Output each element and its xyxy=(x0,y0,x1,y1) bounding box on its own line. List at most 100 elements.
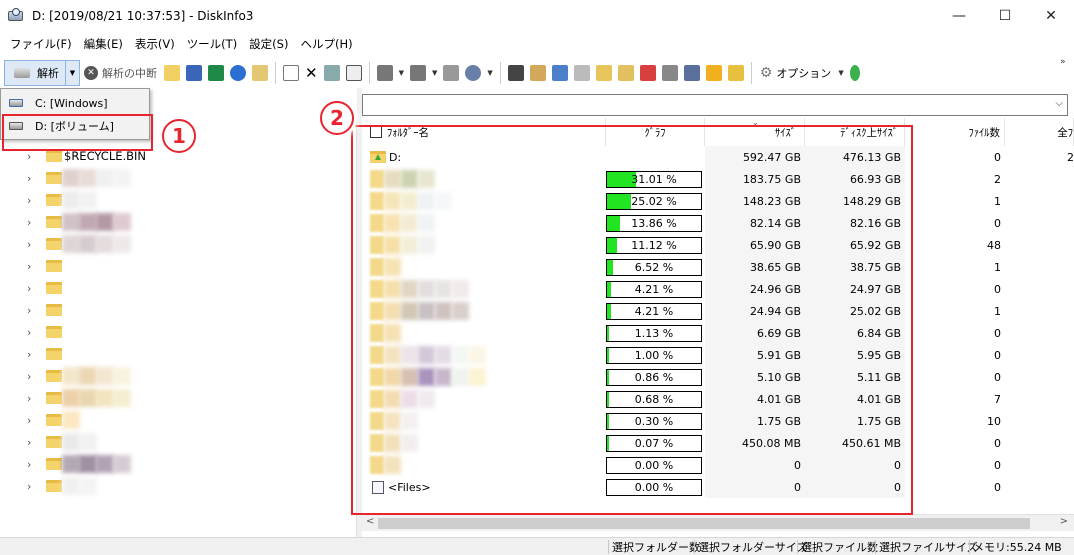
user-icon[interactable] xyxy=(465,65,482,81)
tree-item[interactable]: › xyxy=(0,189,356,211)
tree-item[interactable]: › xyxy=(0,211,356,233)
stop-analysis-button[interactable]: ✕ 解析の中断 xyxy=(80,61,161,85)
save-icon[interactable] xyxy=(186,65,202,81)
web-icon[interactable] xyxy=(849,65,860,81)
tree-expand-chevron-icon[interactable]: › xyxy=(27,370,31,383)
back-icon[interactable] xyxy=(376,65,393,81)
table-row[interactable]: D: 592.47 GB 476.13 GB 0 2 xyxy=(362,146,1074,168)
tree-expand-chevron-icon[interactable]: › xyxy=(27,238,31,251)
menu-settings[interactable]: 設定(S) xyxy=(243,36,294,52)
tree-item[interactable]: › xyxy=(0,387,356,409)
table-row[interactable]: 1.00 % 5.91 GB 5.95 GB 0 xyxy=(362,344,1074,366)
new-folder-icon[interactable] xyxy=(323,65,340,81)
column-header-disk-size[interactable]: ﾃﾞｨｽｸ上ｻｲｽﾞ xyxy=(805,118,905,146)
binoculars-icon[interactable] xyxy=(507,65,524,81)
menu-edit[interactable]: 編集(E) xyxy=(78,36,129,52)
tree-item[interactable]: › xyxy=(0,321,356,343)
list-view-icon[interactable] xyxy=(573,65,590,81)
tree-expand-chevron-icon[interactable]: › xyxy=(27,458,31,471)
chevron-down-icon[interactable]: ⌵ xyxy=(1055,98,1063,109)
analyze-dropdown-arrow[interactable]: ▼ xyxy=(65,61,79,85)
tree-expand-chevron-icon[interactable]: › xyxy=(27,436,31,449)
drive-menu-item-c[interactable]: C: [Windows] xyxy=(3,92,147,114)
tree-expand-chevron-icon[interactable]: › xyxy=(27,480,31,493)
folder-search-icon[interactable] xyxy=(617,65,634,81)
tree-expand-chevron-icon[interactable]: › xyxy=(27,150,31,163)
table-row[interactable]: 0.86 % 5.10 GB 5.11 GB 0 xyxy=(362,366,1074,388)
close-button[interactable]: ✕ xyxy=(1028,0,1074,32)
disk-report-icon[interactable] xyxy=(661,65,678,81)
column-header-file-count[interactable]: ﾌｧｲﾙ数 xyxy=(905,118,1005,146)
table-row[interactable]: 1.13 % 6.69 GB 6.84 GB 0 xyxy=(362,322,1074,344)
select-all-checkbox[interactable] xyxy=(370,126,382,138)
scroll-thumb[interactable] xyxy=(378,518,1030,529)
table-row[interactable]: 4.21 % 24.96 GB 24.97 GB 0 xyxy=(362,278,1074,300)
table-row[interactable]: 11.12 % 65.90 GB 65.92 GB 48 xyxy=(362,234,1074,256)
tree-expand-chevron-icon[interactable]: › xyxy=(27,304,31,317)
forward-icon[interactable] xyxy=(409,65,426,81)
horizontal-scrollbar[interactable]: < > xyxy=(362,514,1074,531)
back-dropdown-arrow[interactable]: ▼ xyxy=(399,69,404,77)
user-dropdown-arrow[interactable]: ▼ xyxy=(487,69,492,77)
select-all-icon[interactable] xyxy=(345,65,362,81)
tree-expand-chevron-icon[interactable]: › xyxy=(27,260,31,273)
up-folder-icon[interactable] xyxy=(443,65,460,81)
folder-open-icon[interactable] xyxy=(727,65,744,81)
image-icon[interactable] xyxy=(551,65,568,81)
tree-item[interactable]: › xyxy=(0,453,356,475)
forward-dropdown-arrow[interactable]: ▼ xyxy=(432,69,437,77)
calendar-icon[interactable] xyxy=(639,65,656,81)
table-row[interactable]: 0.00 % 0 0 0 xyxy=(362,454,1074,476)
table-row[interactable]: 0.30 % 1.75 GB 1.75 GB 10 xyxy=(362,410,1074,432)
delete-icon[interactable]: ✕ xyxy=(305,64,318,82)
folder-tree-icon[interactable] xyxy=(595,65,612,81)
tree-item[interactable]: › xyxy=(0,475,356,497)
tree-item[interactable]: › xyxy=(0,409,356,431)
favorite-icon[interactable] xyxy=(705,65,722,81)
copy-icon[interactable] xyxy=(283,65,299,81)
menu-view[interactable]: 表示(V) xyxy=(129,36,181,52)
properties-icon[interactable] xyxy=(252,65,268,81)
tree-expand-chevron-icon[interactable]: › xyxy=(27,348,31,361)
minimize-button[interactable]: — xyxy=(936,0,982,32)
column-header-total[interactable]: 全ﾌ xyxy=(1005,118,1074,146)
table-row[interactable]: <Files> 0.00 % 0 0 0 xyxy=(362,476,1074,498)
tree-item[interactable]: › xyxy=(0,365,356,387)
options-dropdown-arrow[interactable]: ▼ xyxy=(838,69,843,77)
table-row[interactable]: 6.52 % 38.65 GB 38.75 GB 1 xyxy=(362,256,1074,278)
maximize-button[interactable]: ☐ xyxy=(982,0,1028,32)
analyze-button[interactable]: 解析 xyxy=(5,61,65,85)
tree-item[interactable]: › xyxy=(0,431,356,453)
menu-file[interactable]: ファイル(F) xyxy=(4,36,78,52)
column-header-folder-name[interactable]: ﾌｫﾙﾀﾞｰ名 xyxy=(362,118,606,146)
menu-help[interactable]: ヘルプ(H) xyxy=(294,36,358,52)
table-row[interactable]: 4.21 % 24.94 GB 25.02 GB 1 xyxy=(362,300,1074,322)
tree-expand-chevron-icon[interactable]: › xyxy=(27,216,31,229)
options-button[interactable]: ⚙ オプション xyxy=(756,61,836,85)
table-row[interactable]: 0.68 % 4.01 GB 4.01 GB 7 xyxy=(362,388,1074,410)
tree-expand-chevron-icon[interactable]: › xyxy=(27,194,31,207)
drive-menu-item-d[interactable]: D: [ボリューム] xyxy=(3,115,147,137)
tree-item[interactable]: › xyxy=(0,343,356,365)
table-row[interactable]: 25.02 % 148.23 GB 148.29 GB 1 xyxy=(362,190,1074,212)
tree-expand-chevron-icon[interactable]: › xyxy=(27,326,31,339)
table-row[interactable]: 31.01 % 183.75 GB 66.93 GB 2 xyxy=(362,168,1074,190)
path-combobox[interactable]: ⌵ xyxy=(362,94,1068,116)
menu-tools[interactable]: ツール(T) xyxy=(181,36,244,52)
open-folder-icon[interactable] xyxy=(164,65,180,81)
excel-export-icon[interactable] xyxy=(208,65,224,81)
tree-item[interactable]: › xyxy=(0,299,356,321)
tree-item[interactable]: › xyxy=(0,277,356,299)
column-header-graph[interactable]: ｸﾞﾗﾌ xyxy=(606,118,705,146)
monitor-icon[interactable] xyxy=(683,65,700,81)
toolbar-overflow-icon[interactable]: » xyxy=(1060,57,1066,67)
tree-item[interactable]: › xyxy=(0,233,356,255)
scroll-left-icon[interactable]: < xyxy=(366,516,374,527)
table-row[interactable]: 0.07 % 450.08 MB 450.61 MB 0 xyxy=(362,432,1074,454)
scroll-right-icon[interactable]: > xyxy=(1060,516,1068,527)
tree-item[interactable]: › xyxy=(0,167,356,189)
info-icon[interactable] xyxy=(230,65,246,81)
folder-sync-icon[interactable] xyxy=(529,65,546,81)
tree-expand-chevron-icon[interactable]: › xyxy=(27,414,31,427)
tree-item[interactable]: › xyxy=(0,255,356,277)
